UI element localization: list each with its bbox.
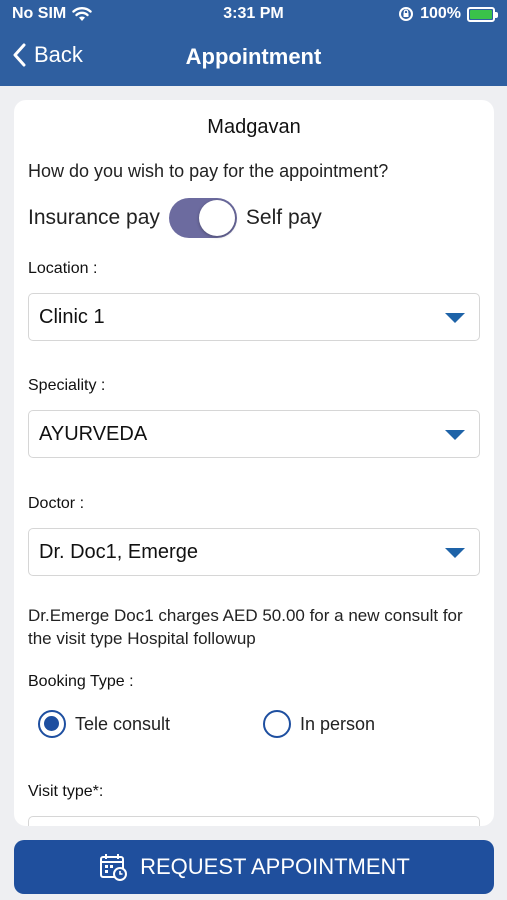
- nav-bar: Back Appointment: [0, 28, 507, 86]
- caret-down-icon: [445, 430, 465, 440]
- tele-consult-label: Tele consult: [75, 713, 171, 734]
- request-appointment-label: REQUEST APPOINTMENT: [140, 854, 410, 879]
- visit-type-select[interactable]: [28, 816, 480, 826]
- visit-type-label: Visit type*:: [28, 783, 104, 800]
- battery-icon: [467, 6, 498, 22]
- location-select[interactable]: Clinic 1: [28, 293, 480, 341]
- radio-unselected-icon: [263, 710, 291, 738]
- toggle-knob: [198, 200, 235, 236]
- doctor-select[interactable]: Dr. Doc1, Emerge: [28, 528, 480, 576]
- calendar-clock-icon: [100, 854, 128, 881]
- speciality-value: AYURVEDA: [39, 423, 148, 445]
- caret-down-icon: [445, 548, 465, 558]
- charge-info-text: Dr.Emerge Doc1 charges AED 50.00 for a n…: [28, 606, 463, 648]
- insurance-pay-label: Insurance pay: [28, 206, 160, 229]
- radio-selected-icon: [38, 710, 66, 738]
- location-label: Location :: [28, 260, 98, 277]
- orientation-lock-icon: [399, 7, 414, 21]
- doctor-label: Doctor :: [28, 495, 85, 512]
- page-title: Appointment: [185, 44, 322, 69]
- doctor-value: Dr. Doc1, Emerge: [39, 541, 198, 563]
- appointment-form-card: Madgavan How do you wish to pay for the …: [14, 100, 494, 826]
- request-appointment-button[interactable]: REQUEST APPOINTMENT: [14, 840, 494, 894]
- in-person-label: In person: [300, 713, 376, 734]
- speciality-select[interactable]: AYURVEDA: [28, 410, 480, 458]
- booking-type-label: Booking Type :: [28, 673, 134, 690]
- payment-question: How do you wish to pay for the appointme…: [28, 161, 389, 181]
- radio-tele-consult[interactable]: Tele consult: [38, 710, 170, 738]
- status-bar: No SIM 3:31 PM 100%: [0, 0, 507, 28]
- caret-down-icon: [445, 313, 465, 323]
- speciality-label: Speciality :: [28, 377, 106, 394]
- self-pay-label: Self pay: [245, 206, 322, 229]
- payment-toggle-row: Insurance pay Self pay: [28, 196, 322, 240]
- status-right: 100%: [398, 5, 498, 23]
- location-value: Clinic 1: [39, 306, 105, 328]
- battery-percent: 100%: [420, 5, 461, 22]
- clinic-name: Madgavan: [207, 116, 301, 138]
- payment-toggle[interactable]: [168, 198, 237, 238]
- radio-in-person[interactable]: In person: [263, 710, 375, 738]
